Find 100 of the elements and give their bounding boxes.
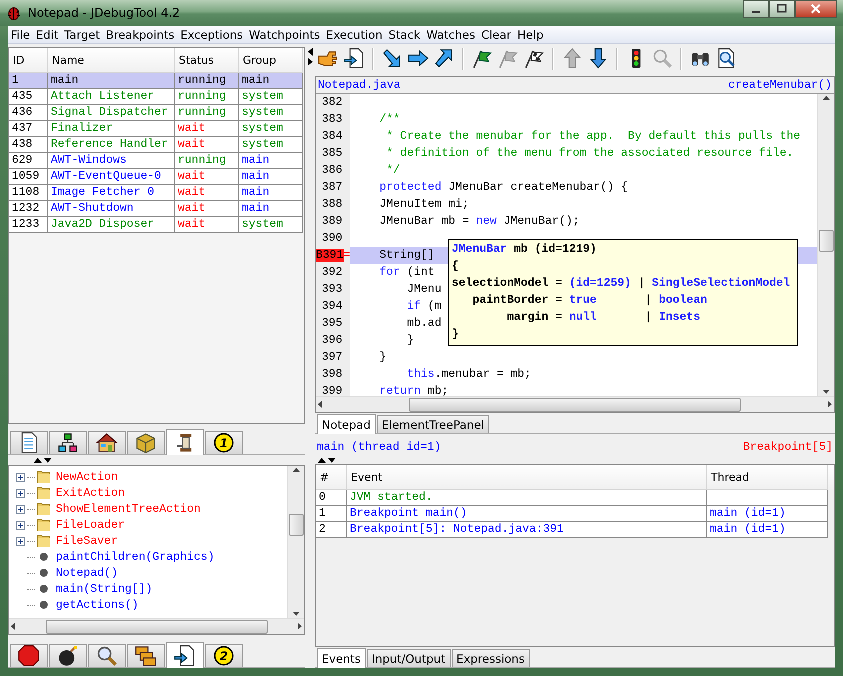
tab[interactable]: Notepad — [317, 414, 376, 434]
tab[interactable]: Input/Output — [366, 649, 451, 667]
event-status: Breakpoint[5] — [743, 441, 833, 454]
tab[interactable]: ElementTreePanel — [376, 415, 490, 433]
tab[interactable] — [166, 429, 204, 455]
table-cell: wait — [175, 185, 239, 201]
table-row[interactable]: 436 Signal Dispatcher running system — [9, 105, 304, 121]
tooltip-line: JMenuBar mb (id=1219) — [452, 242, 598, 258]
scroll-up-icon[interactable] — [822, 94, 830, 103]
menu-item[interactable]: Clear — [478, 28, 515, 42]
table-row[interactable]: 1108 Image Fetcher 0 wait main — [9, 185, 304, 201]
flag-icon[interactable] — [472, 48, 492, 69]
scroll-left-icon[interactable] — [316, 400, 325, 409]
maximize-icon[interactable] — [776, 3, 788, 15]
table-row[interactable]: 437 Finalizer wait system — [9, 121, 304, 137]
breakpoint-marker[interactable]: B391 — [316, 249, 344, 262]
close-icon[interactable] — [810, 3, 822, 15]
tab[interactable]: Events — [317, 648, 366, 668]
table-row[interactable]: 435 Attach Listener running system — [9, 89, 304, 105]
horizontal-scrollbar[interactable] — [9, 618, 304, 634]
tree-item[interactable]: ExitAction — [56, 486, 126, 500]
find-document-icon[interactable] — [716, 48, 736, 69]
splitter-arrows-icon[interactable] — [317, 456, 337, 464]
vertical-scrollbar[interactable] — [817, 94, 834, 396]
tab[interactable] — [10, 644, 48, 667]
splitter-arrows-icon[interactable] — [33, 456, 53, 464]
scroll-right-icon[interactable] — [825, 400, 834, 409]
vertical-scrollbar[interactable] — [287, 466, 304, 618]
expand-icon[interactable] — [16, 472, 25, 482]
tab[interactable] — [127, 644, 165, 667]
table-cell: main — [239, 73, 303, 89]
arrow-down-icon[interactable] — [588, 48, 608, 69]
expand-icon[interactable] — [16, 504, 25, 514]
tree-item[interactable]: ShowElementTreeAction — [56, 502, 201, 516]
line-number: 398 — [321, 368, 343, 381]
table-cell: 435 — [9, 89, 48, 105]
tab[interactable] — [127, 431, 165, 454]
horizontal-scrollbar[interactable] — [316, 396, 834, 412]
tab[interactable] — [88, 431, 126, 454]
line-number: 390 — [321, 232, 343, 245]
tree-item[interactable]: FileSaver — [56, 534, 118, 548]
tree-item[interactable]: getActions() — [56, 598, 139, 612]
tab[interactable]: 2 — [205, 644, 243, 667]
scroll-up-icon[interactable] — [292, 466, 300, 475]
table-cell: wait — [175, 201, 239, 217]
menu-item[interactable]: Execution — [323, 28, 386, 42]
expand-icon[interactable] — [16, 488, 25, 498]
tab[interactable]: 1 — [205, 431, 243, 454]
scroll-thumb[interactable] — [819, 230, 834, 252]
table-row[interactable]: 629 AWT-Windows running main — [9, 153, 304, 169]
table-row[interactable]: 1232 AWT-Shutdown wait main — [9, 201, 304, 217]
table-row[interactable]: 1233 Java2D Disposer wait system — [9, 217, 304, 233]
scroll-thumb[interactable] — [289, 514, 304, 536]
tooltip-line: paintBorder = true | boolean — [472, 293, 708, 309]
table-row[interactable]: 1 main running main — [9, 73, 304, 89]
menu-item[interactable]: Edit — [33, 28, 62, 42]
expand-icon[interactable] — [16, 536, 25, 546]
arrow-up-right-icon[interactable] — [434, 48, 454, 69]
arrow-right-icon[interactable] — [408, 48, 428, 69]
stop-sign-icon — [18, 645, 40, 667]
tab[interactable] — [166, 642, 204, 668]
tree-item[interactable]: Notepad() — [56, 566, 118, 580]
menu-item[interactable]: Target — [62, 28, 104, 42]
menu-item[interactable]: Watchpoints — [246, 28, 324, 42]
tab[interactable]: Expressions — [452, 649, 530, 667]
code-line: return mb; — [378, 385, 449, 396]
tree-item[interactable]: NewAction — [56, 470, 118, 484]
arrow-down-right-icon[interactable] — [382, 48, 402, 69]
tab[interactable] — [49, 644, 87, 667]
scroll-left-icon[interactable] — [9, 622, 18, 631]
expand-icon[interactable] — [16, 520, 25, 530]
box-icon — [135, 432, 157, 454]
table-cell: system — [239, 105, 303, 121]
checkered-flag-icon[interactable] — [524, 48, 544, 69]
table-cell: main (id=1) — [707, 522, 828, 538]
bomb-icon — [57, 645, 79, 667]
tab[interactable] — [10, 431, 48, 454]
tree-item[interactable]: FileLoader — [56, 518, 126, 532]
maximize-button[interactable] — [769, 0, 795, 18]
tab[interactable] — [88, 644, 126, 667]
scroll-thumb[interactable] — [409, 398, 741, 412]
menu-item[interactable]: Stack — [386, 28, 424, 42]
close-button[interactable] — [795, 0, 837, 18]
menu-item[interactable]: Breakpoints — [103, 28, 178, 42]
tab[interactable] — [49, 431, 87, 454]
menu-item[interactable]: Watches — [424, 28, 478, 42]
line-number: 386 — [321, 164, 343, 177]
minimize-button[interactable] — [743, 0, 769, 18]
tree-item[interactable]: paintChildren(Graphics) — [56, 550, 215, 564]
table-row[interactable]: 438 Reference Handler wait system — [9, 137, 304, 153]
menu-item[interactable]: Help — [514, 28, 547, 42]
menu-item[interactable]: File — [8, 28, 34, 42]
folder-icon — [37, 486, 51, 500]
splitter-arrows-icon[interactable] — [306, 47, 314, 67]
tree-item[interactable]: main(String[]) — [56, 582, 153, 596]
scroll-right-icon[interactable] — [295, 622, 304, 631]
document-arrow-icon[interactable] — [344, 48, 364, 69]
scroll-thumb[interactable] — [46, 620, 268, 634]
table-row[interactable]: 1059 AWT-EventQueue-0 wait main — [9, 169, 304, 185]
menu-item[interactable]: Exceptions — [178, 28, 246, 42]
